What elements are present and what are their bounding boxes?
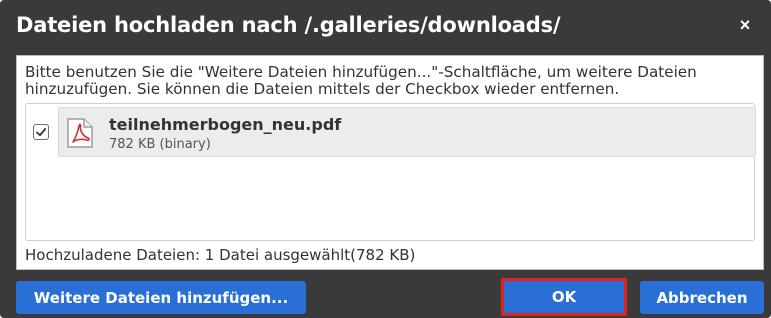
ok-button-label: OK	[551, 288, 577, 306]
pdf-file-icon	[67, 118, 93, 148]
file-name: teilnehmerbogen_neu.pdf	[109, 115, 342, 134]
dialog-body: Bitte benutzen Sie die "Weitere Dateien …	[16, 55, 764, 270]
close-icon[interactable]: ×	[735, 15, 755, 35]
file-item: teilnehmerbogen_neu.pdf 782 KB (binary)	[58, 107, 756, 157]
upload-summary: Hochzuladene Dateien: 1 Datei ausgewählt…	[25, 246, 416, 264]
file-row: teilnehmerbogen_neu.pdf 782 KB (binary)	[30, 107, 756, 157]
file-size: 782 KB (binary)	[109, 137, 211, 152]
add-files-button[interactable]: Weitere Dateien hinzufügen...	[16, 281, 306, 314]
upload-dialog: Dateien hochladen nach /.galleries/downl…	[0, 0, 771, 318]
checkmark-icon	[36, 128, 47, 137]
dialog-title: Dateien hochladen nach /.galleries/downl…	[16, 13, 561, 37]
dialog-titlebar: Dateien hochladen nach /.galleries/downl…	[0, 0, 771, 50]
cancel-button[interactable]: Abbrechen	[640, 281, 764, 314]
file-list: teilnehmerbogen_neu.pdf 782 KB (binary)	[25, 103, 756, 241]
instructions-text: Bitte benutzen Sie die "Weitere Dateien …	[25, 63, 697, 98]
ok-button[interactable]: OK	[501, 278, 627, 316]
file-checkbox[interactable]	[33, 124, 49, 140]
